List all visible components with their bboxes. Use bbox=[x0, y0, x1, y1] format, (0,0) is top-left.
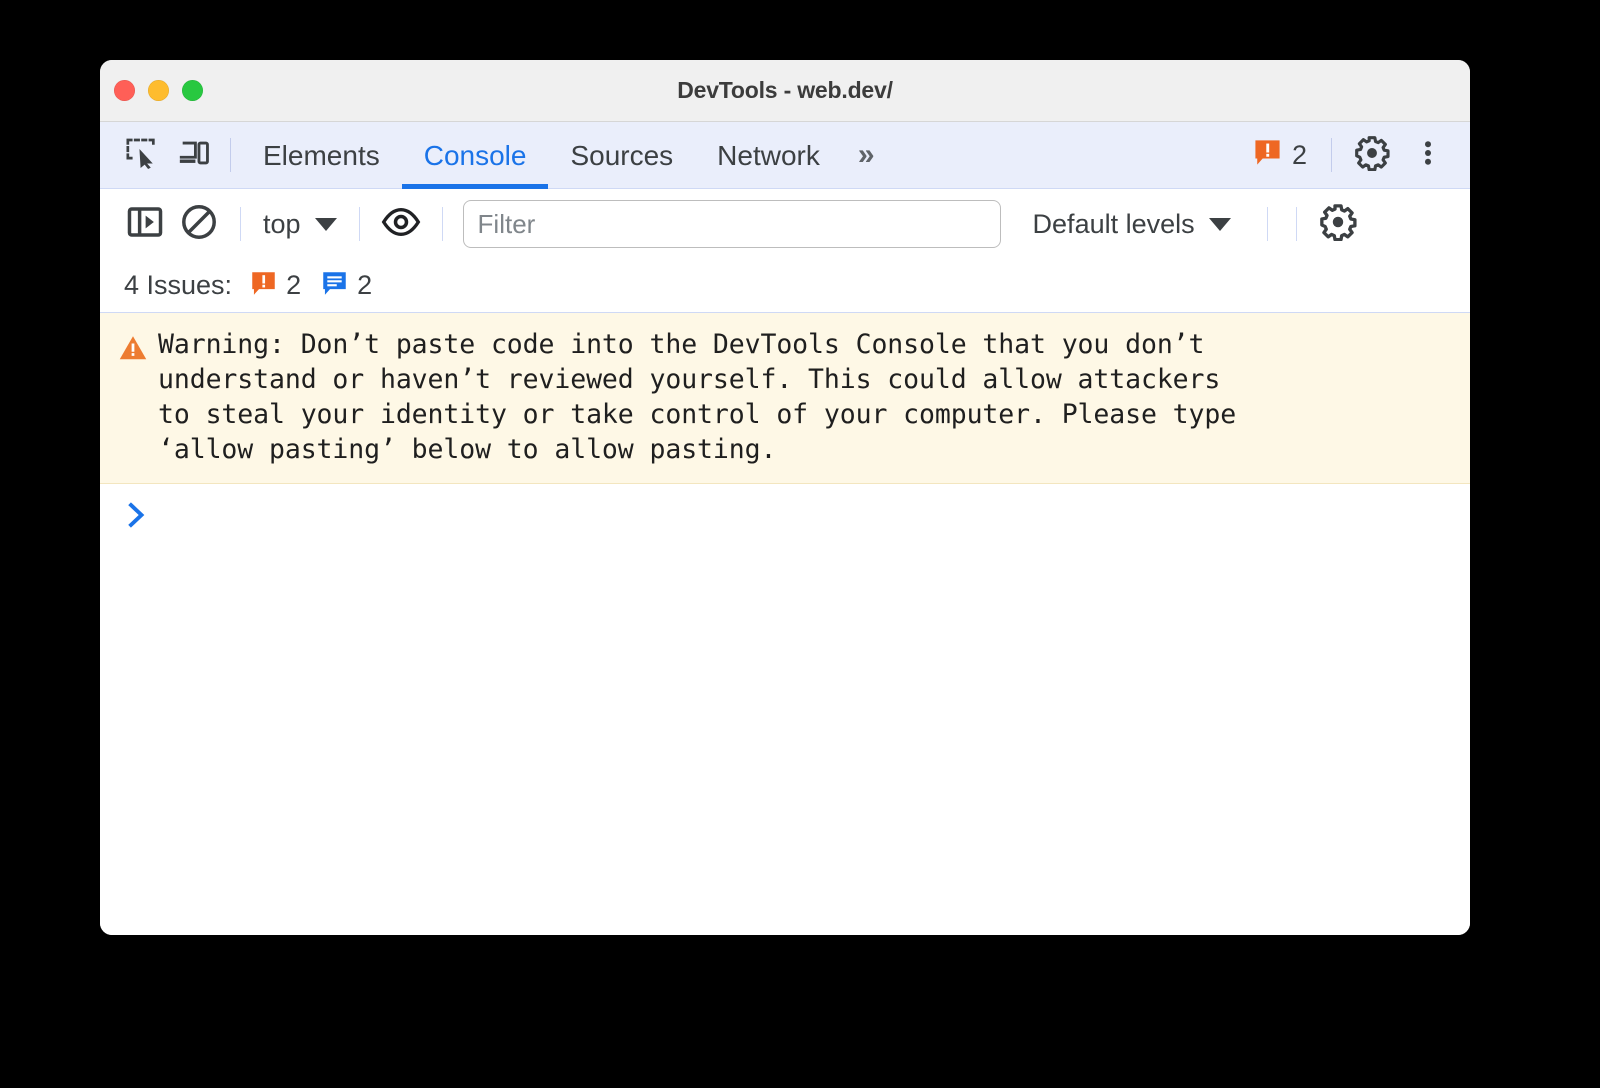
more-tabs-chevron-icon[interactable]: » bbox=[842, 138, 888, 172]
warning-count-badge[interactable]: 2 bbox=[1243, 138, 1317, 172]
issues-warning-count: 2 bbox=[286, 270, 302, 300]
console-toolbar-divider-3 bbox=[441, 207, 443, 241]
console-toolbar-divider-5 bbox=[1295, 207, 1297, 241]
close-window-button[interactable] bbox=[114, 80, 135, 101]
log-level-selector[interactable]: Default levels bbox=[1025, 209, 1239, 240]
warning-count: 2 bbox=[1291, 139, 1307, 170]
clear-console-button[interactable] bbox=[172, 197, 226, 251]
console-settings-button[interactable] bbox=[1311, 197, 1365, 251]
console-warning-message[interactable]: Warning: Don’t paste code into the DevTo… bbox=[100, 313, 1470, 484]
tab-console[interactable]: Console bbox=[401, 122, 549, 189]
console-prompt-row[interactable] bbox=[100, 484, 1470, 544]
console-sidebar-icon bbox=[126, 203, 164, 246]
console-toolbar-divider-1 bbox=[240, 207, 241, 241]
issues-bar[interactable]: 4 Issues: 2 2 bbox=[100, 259, 1470, 313]
tabbar-divider bbox=[230, 138, 231, 172]
warning-bubble-icon bbox=[1253, 138, 1282, 172]
devtools-main-menu-button[interactable] bbox=[1402, 129, 1454, 181]
device-toolbar-button[interactable] bbox=[168, 129, 220, 181]
title-bar: DevTools - web.dev/ bbox=[100, 60, 1470, 122]
device-toolbar-icon bbox=[177, 136, 211, 175]
console-toolbar-divider-4 bbox=[1266, 207, 1268, 241]
clear-console-icon bbox=[180, 203, 218, 246]
tabbar-right-divider bbox=[1331, 138, 1332, 172]
gear-icon bbox=[1354, 135, 1390, 176]
minimize-window-button[interactable] bbox=[148, 80, 169, 101]
issues-info-count: 2 bbox=[357, 270, 373, 300]
issues-warning-group[interactable]: 2 bbox=[250, 270, 301, 302]
tab-network[interactable]: Network bbox=[695, 122, 842, 189]
eye-icon bbox=[381, 202, 421, 247]
tab-elements[interactable]: Elements bbox=[241, 122, 402, 189]
info-bubble-icon bbox=[321, 270, 348, 302]
execution-context-selector[interactable]: top bbox=[255, 209, 345, 240]
issues-label: 4 Issues: bbox=[124, 270, 233, 300]
console-toolbar-divider-2 bbox=[358, 207, 360, 241]
prompt-chevron-icon bbox=[124, 500, 150, 530]
console-sidebar-toggle-button[interactable] bbox=[118, 197, 172, 251]
maximize-window-button[interactable] bbox=[182, 80, 203, 101]
filter-input[interactable] bbox=[462, 200, 1001, 248]
window-controls bbox=[114, 60, 203, 121]
chevron-down-icon bbox=[314, 217, 337, 231]
console-toolbar: top Default levels bbox=[100, 189, 1470, 259]
chevron-down-icon bbox=[1208, 217, 1231, 231]
console-message-area: Warning: Don’t paste code into the DevTo… bbox=[100, 313, 1470, 935]
console-prompt-input[interactable] bbox=[150, 500, 1470, 540]
inspect-element-icon bbox=[125, 136, 159, 175]
window-title: DevTools - web.dev/ bbox=[677, 77, 893, 103]
gear-icon bbox=[1319, 203, 1357, 246]
create-live-expression-button[interactable] bbox=[374, 197, 428, 251]
inspect-element-button[interactable] bbox=[116, 129, 168, 181]
tab-sources[interactable]: Sources bbox=[548, 122, 695, 189]
tabbar-right-actions: 2 bbox=[1243, 129, 1470, 181]
issues-info-group[interactable]: 2 bbox=[321, 270, 372, 302]
devtools-tab-bar: Elements Console Sources Network » 2 bbox=[100, 122, 1470, 189]
log-level-label: Default levels bbox=[1032, 208, 1195, 239]
execution-context-label: top bbox=[263, 208, 301, 239]
devtools-window: DevTools - web.dev/ Elements Console Sou… bbox=[100, 60, 1470, 935]
warning-triangle-icon bbox=[118, 327, 148, 368]
kebab-menu-icon bbox=[1413, 138, 1443, 173]
console-warning-text: Warning: Don’t paste code into the DevTo… bbox=[158, 329, 1237, 465]
warning-bubble-icon bbox=[250, 270, 277, 302]
devtools-settings-button[interactable] bbox=[1346, 129, 1398, 181]
